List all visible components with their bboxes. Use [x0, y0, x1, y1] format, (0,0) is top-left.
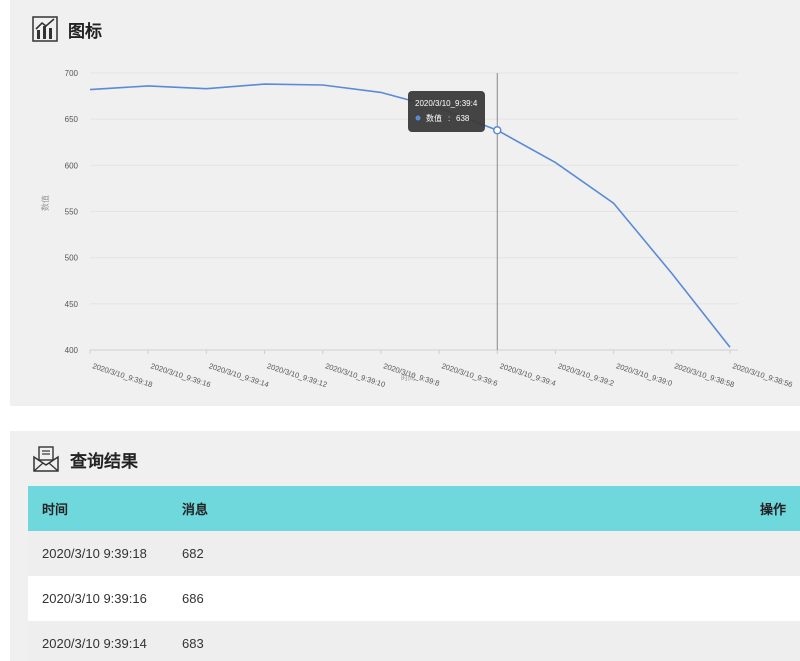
chart-tooltip: 2020/3/10_9:39:4 数值 : 638: [408, 91, 485, 132]
x-tick-label: 2020/3/10_9:39:12: [266, 361, 328, 389]
y-tick-label: 600: [65, 161, 79, 170]
tooltip-title: 2020/3/10_9:39:4: [415, 99, 478, 108]
result-table: 时间 消息 操作 2020/3/10 9:39:18 682 2020/3/10…: [28, 486, 800, 661]
y-tick-label: 450: [65, 300, 79, 309]
cell-action: [484, 531, 800, 576]
x-tick-label: 2020/3/10_9:39:2: [557, 361, 615, 388]
x-tick-label: 2020/3/10_9:39:0: [615, 361, 673, 388]
cell-action: [484, 621, 800, 661]
tooltip-series-name: 数值: [426, 113, 442, 123]
y-tick-label: 500: [65, 254, 79, 263]
tooltip-value: 638: [456, 114, 470, 123]
y-axis-label: 数值: [40, 195, 50, 211]
x-tick-label: 2020/3/10_9:39:10: [324, 361, 386, 389]
cell-message: 682: [168, 531, 484, 576]
y-tick-label: 400: [65, 346, 79, 355]
line-chart[interactable]: 400450500550600650700 2020/3/10_9:39:182…: [10, 0, 800, 406]
cell-action: [484, 576, 800, 621]
x-tick-label: 2020/3/10_9:38:56: [731, 361, 793, 389]
cell-message: 683: [168, 621, 484, 661]
tooltip-separator: :: [448, 114, 450, 123]
result-panel-title: 查询结果: [70, 451, 138, 471]
x-tick-label: 2020/3/10_9:39:18: [91, 361, 153, 389]
cell-message: 686: [168, 576, 484, 621]
x-tick-label: 2020/3/10_9:39:4: [499, 361, 557, 388]
cell-time: 2020/3/10 9:39:18: [28, 531, 168, 576]
x-tick-label: 2020/3/10_9:39:16: [150, 361, 212, 389]
tooltip-series-dot: [415, 115, 421, 121]
table-row[interactable]: 2020/3/10 9:39:16 686: [28, 576, 800, 621]
x-axis-label: 时间: [401, 373, 415, 382]
y-tick-label: 550: [65, 208, 79, 217]
cell-time: 2020/3/10 9:39:16: [28, 576, 168, 621]
x-tick-label: 2020/3/10_9:38:58: [673, 361, 735, 389]
table-row[interactable]: 2020/3/10 9:39:18 682: [28, 531, 800, 576]
table-row[interactable]: 2020/3/10 9:39:14 683: [28, 621, 800, 661]
cell-time: 2020/3/10 9:39:14: [28, 621, 168, 661]
envelope-icon: [33, 446, 59, 472]
y-tick-label: 700: [65, 69, 79, 78]
table-header-row: 时间 消息 操作: [28, 486, 800, 531]
hover-data-point[interactable]: [493, 125, 502, 135]
x-tick-label: 2020/3/10_9:39:14: [208, 361, 270, 389]
column-header-message: 消息: [168, 486, 484, 531]
y-tick-label: 650: [65, 115, 79, 124]
result-panel-header: 查询结果: [32, 445, 138, 473]
chart-panel: 图标 400 450 500 550 600 650 700 2020/3/10_9:39:…: [10, 0, 800, 406]
column-header-time: 时间: [28, 486, 168, 531]
x-tick-label: 2020/3/10_9:39:6: [440, 361, 498, 388]
column-header-action: 操作: [484, 486, 800, 531]
result-panel: 查询结果 时间 消息 操作 2020/3/10 9:39:18 682 2020…: [10, 431, 800, 661]
